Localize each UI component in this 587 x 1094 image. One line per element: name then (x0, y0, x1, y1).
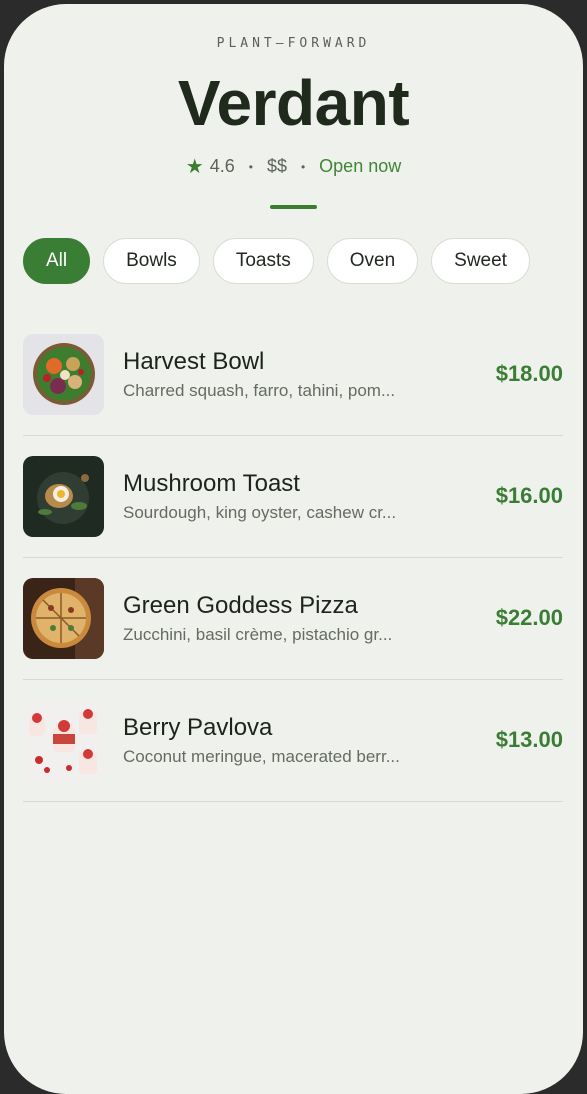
item-name: Mushroom Toast (123, 470, 300, 497)
item-description: Coconut meringue, macerated berr... (123, 747, 400, 766)
menu-item[interactable]: Berry Pavlova Coconut meringue, macerate… (23, 680, 563, 802)
item-name: Green Goddess Pizza (123, 592, 358, 619)
item-description: Sourdough, king oyster, cashew cr... (123, 503, 397, 522)
item-price: $16.00 (495, 483, 563, 508)
harvest-bowl-photo (23, 334, 104, 415)
category-filters: All Bowls Toasts Oven Sweet (23, 238, 530, 284)
restaurant-meta: ★ 4.6 • $$ • Open now (4, 154, 583, 179)
filter-chip-oven[interactable]: Oven (326, 238, 419, 284)
filter-chip-toasts[interactable]: Toasts (212, 238, 314, 284)
item-name: Berry Pavlova (123, 714, 273, 741)
menu-item[interactable]: Mushroom Toast Sourdough, king oyster, c… (23, 436, 563, 558)
accent-divider (270, 205, 317, 209)
berry-pavlova-photo (23, 700, 104, 781)
filter-chip-all[interactable]: All (23, 238, 91, 284)
item-description: Zucchini, basil crème, pistachio gr... (123, 625, 393, 644)
item-description: Charred squash, farro, tahini, pom... (123, 381, 396, 400)
item-price: $22.00 (495, 605, 563, 630)
mushroom-toast-photo (23, 456, 104, 537)
eyebrow-label: PLANT—FORWARD (216, 36, 371, 51)
item-price: $18.00 (495, 361, 563, 386)
price-level: $$ (266, 156, 287, 176)
item-name: Harvest Bowl (123, 348, 265, 375)
rating-value: 4.6 (209, 156, 235, 176)
separator-dot: • (300, 159, 306, 174)
open-status: Open now (319, 156, 402, 176)
menu-item[interactable]: Green Goddess Pizza Zucchini, basil crèm… (23, 558, 563, 680)
green-goddess-pizza-photo (23, 578, 104, 659)
filter-chip-sweet[interactable]: Sweet (431, 238, 530, 284)
device-frame: PLANT—FORWARD Verdant ★ 4.6 • $$ • Open … (0, 0, 587, 1094)
restaurant-title: Verdant (177, 67, 410, 139)
filter-chip-bowls[interactable]: Bowls (103, 238, 200, 284)
star-icon: ★ (185, 156, 204, 178)
app-screen: PLANT—FORWARD Verdant ★ 4.6 • $$ • Open … (4, 4, 583, 1094)
separator-dot: • (248, 159, 253, 174)
menu-item[interactable]: Harvest Bowl Charred squash, farro, tahi… (23, 314, 563, 436)
menu-list: Harvest Bowl Charred squash, farro, tahi… (23, 314, 563, 802)
item-price: $13.00 (495, 727, 563, 752)
